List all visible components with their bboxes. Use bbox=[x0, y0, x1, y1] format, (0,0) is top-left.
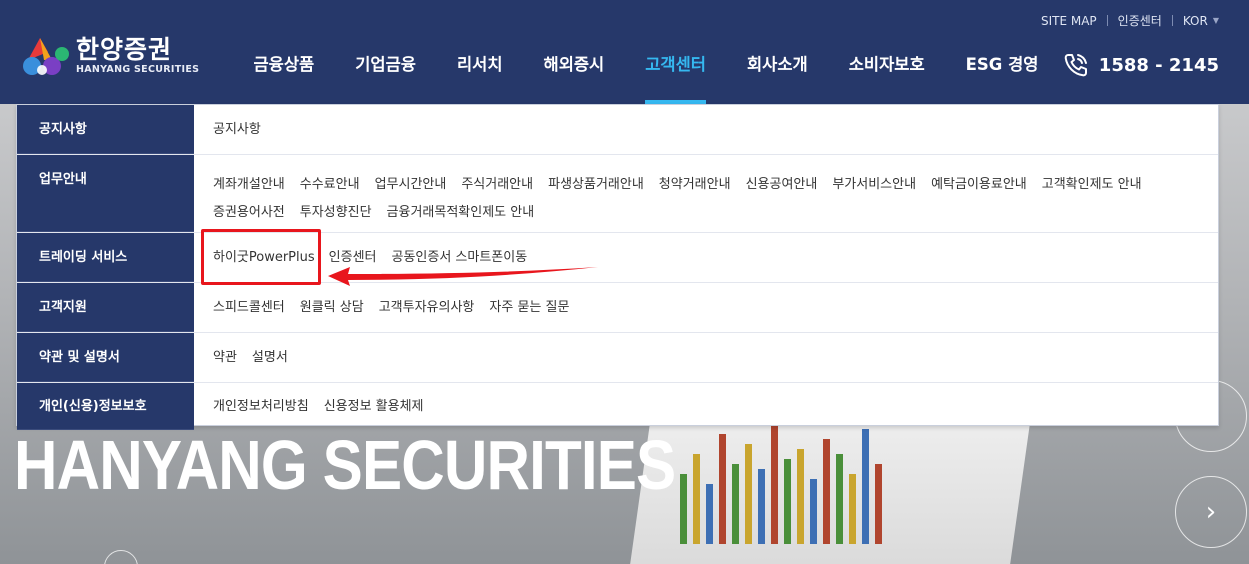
menu-link[interactable]: 업무시간안내 bbox=[375, 171, 447, 199]
menu-link[interactable]: 금융거래목적확인제도 안내 bbox=[387, 199, 535, 227]
phone-contact: 1588 - 2145 bbox=[1063, 52, 1219, 78]
hero-chart-bars bbox=[680, 424, 882, 544]
menu-link[interactable]: 신용정보 활용체제 bbox=[324, 383, 424, 430]
arrow-left-icon bbox=[328, 267, 598, 286]
menu-link[interactable]: 증권용어사전 bbox=[213, 199, 285, 227]
menu-row-notice: 공지사항 공지사항 bbox=[17, 105, 1218, 155]
menu-link[interactable]: 신용공여안내 bbox=[746, 171, 818, 199]
menu-link[interactable]: 스피드콜센터 bbox=[213, 283, 285, 332]
nav-research[interactable]: 리서치 bbox=[436, 46, 523, 104]
menu-link[interactable]: 부가서비스안내 bbox=[832, 171, 916, 199]
main-nav: 금융상품 기업금융 리서치 해외증시 고객센터 회사소개 소비자보호 ESG 경… bbox=[233, 46, 1059, 104]
nav-financial-products[interactable]: 금융상품 bbox=[233, 46, 335, 104]
menu-link[interactable]: 투자성향진단 bbox=[300, 199, 372, 227]
logo-mark-icon bbox=[23, 38, 69, 75]
menu-link[interactable]: 개인정보처리방침 bbox=[213, 383, 309, 430]
menu-category[interactable]: 업무안내 bbox=[17, 155, 194, 232]
menu-link[interactable]: 설명서 bbox=[252, 333, 288, 382]
menu-link-notice[interactable]: 공지사항 bbox=[213, 105, 261, 154]
menu-link[interactable]: 파생상품거래안내 bbox=[548, 171, 644, 199]
menu-link[interactable]: 예탁금이용료안내 bbox=[931, 171, 1027, 199]
menu-link[interactable]: 계좌개설안내 bbox=[213, 171, 285, 199]
logo-korean-text: 한양증권 bbox=[76, 34, 173, 64]
language-selector[interactable]: KOR ▼ bbox=[1183, 14, 1219, 28]
menu-category[interactable]: 개인(신용)정보보호 bbox=[17, 383, 194, 430]
menu-category[interactable]: 약관 및 설명서 bbox=[17, 333, 194, 382]
nav-consumer-protection[interactable]: 소비자보호 bbox=[828, 46, 945, 104]
site-header: SITE MAP 인증센터 KOR ▼ 한양증권 HANYANG SECURIT… bbox=[0, 0, 1249, 104]
chevron-right-icon: › bbox=[1205, 497, 1217, 527]
phone-number: 1588 - 2145 bbox=[1098, 54, 1219, 76]
menu-link[interactable]: 주식거래안내 bbox=[461, 171, 533, 199]
menu-row-terms: 약관 및 설명서 약관 설명서 bbox=[17, 333, 1218, 383]
slider-next-button[interactable]: › bbox=[1175, 476, 1247, 548]
menu-link[interactable]: 청약거래안내 bbox=[659, 171, 731, 199]
nav-customer-center[interactable]: 고객센터 bbox=[625, 46, 727, 104]
divider bbox=[1106, 15, 1108, 26]
cert-center-link[interactable]: 인증센터 bbox=[1118, 12, 1162, 29]
menu-link[interactable]: 수수료안내 bbox=[300, 171, 360, 199]
divider bbox=[1171, 15, 1173, 26]
nav-corporate-finance[interactable]: 기업금융 bbox=[335, 46, 437, 104]
utility-menu: SITE MAP 인증센터 KOR ▼ bbox=[1041, 12, 1219, 29]
nav-overseas-stocks[interactable]: 해외증시 bbox=[523, 46, 625, 104]
menu-row-business-guide: 업무안내 계좌개설안내 수수료안내 업무시간안내 주식거래안내 파생상품거래안내… bbox=[17, 155, 1218, 233]
logo-english-text: HANYANG SECURITIES bbox=[76, 63, 200, 75]
sitemap-link[interactable]: SITE MAP bbox=[1041, 14, 1097, 28]
menu-row-trading-service: 트레이딩 서비스 하이굿PowerPlus 인증센터 공동인증서 스마트폰이동 bbox=[17, 233, 1218, 283]
language-label: KOR bbox=[1182, 13, 1208, 28]
hero-title: HANYANG SECURITIES bbox=[14, 426, 676, 504]
menu-category[interactable]: 공지사항 bbox=[17, 105, 194, 154]
nav-esg[interactable]: ESG 경영 bbox=[945, 46, 1059, 104]
logo[interactable]: 한양증권 HANYANG SECURITIES bbox=[18, 30, 199, 80]
menu-link[interactable]: 고객확인제도 안내 bbox=[1042, 171, 1142, 199]
caret-down-icon: ▼ bbox=[1212, 16, 1219, 25]
menu-row-privacy: 개인(신용)정보보호 개인정보처리방침 신용정보 활용체제 bbox=[17, 383, 1218, 430]
nav-company-intro[interactable]: 회사소개 bbox=[726, 46, 828, 104]
highlight-box bbox=[201, 229, 321, 285]
menu-link[interactable]: 약관 bbox=[213, 333, 237, 382]
menu-category[interactable]: 고객지원 bbox=[17, 283, 194, 332]
menu-category[interactable]: 트레이딩 서비스 bbox=[17, 233, 194, 282]
customer-center-dropdown: 공지사항 공지사항 업무안내 계좌개설안내 수수료안내 업무시간안내 주식거래안… bbox=[16, 104, 1219, 430]
menu-row-customer-support: 고객지원 스피드콜센터 원클릭 상담 고객투자유의사항 자주 묻는 질문 bbox=[17, 283, 1218, 333]
phone-icon bbox=[1064, 54, 1087, 77]
